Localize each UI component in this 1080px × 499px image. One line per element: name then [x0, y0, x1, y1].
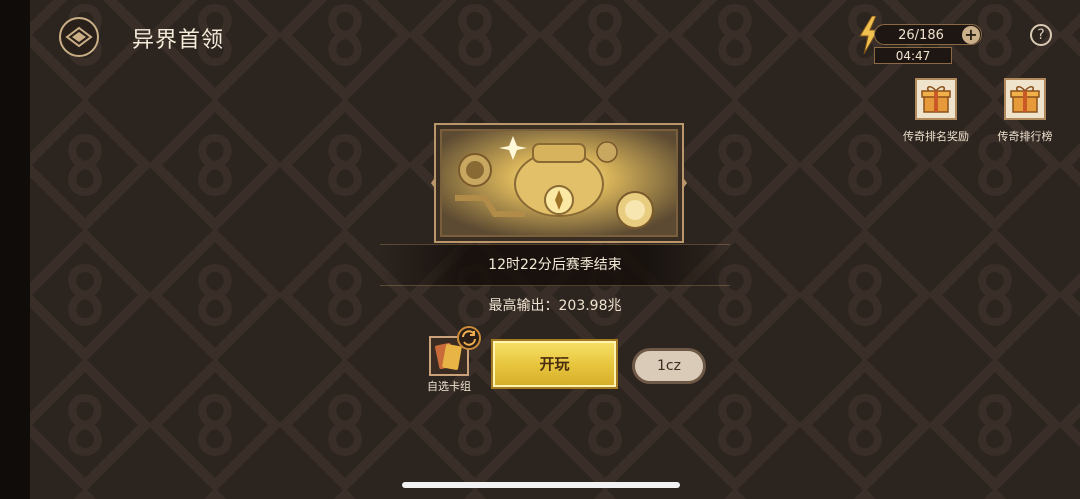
- legend-rank-reward-button[interactable]: 传奇排名奖励: [896, 78, 976, 144]
- legend-leaderboard-button[interactable]: 传奇排行榜: [985, 78, 1065, 144]
- left-bar: [0, 0, 30, 499]
- cz-button[interactable]: 1cz: [632, 348, 706, 384]
- home-indicator[interactable]: [402, 482, 680, 488]
- help-button[interactable]: ?: [1030, 24, 1052, 46]
- card-deck-icon: [429, 326, 481, 376]
- refresh-icon: [457, 326, 481, 350]
- custom-deck-button[interactable]: 自选卡组: [420, 326, 481, 394]
- back-button[interactable]: [58, 16, 100, 58]
- add-energy-button[interactable]: +: [962, 26, 980, 44]
- energy-timer: 04:47: [874, 47, 952, 64]
- gift-icon: [915, 78, 957, 120]
- energy-widget: 26/186 + 04:47: [858, 16, 988, 66]
- page-title: 异界首领: [132, 28, 225, 53]
- boss-banner-image: [431, 123, 687, 243]
- play-button[interactable]: 开玩: [491, 339, 618, 389]
- legend-rank-reward-label: 传奇排名奖励: [903, 130, 969, 143]
- legend-leaderboard-label: 传奇排行榜: [997, 130, 1053, 143]
- season-countdown: 12时22分后赛季结束: [380, 244, 730, 286]
- custom-deck-label: 自选卡组: [427, 380, 471, 393]
- best-output: 最高输出：203.98兆: [488, 298, 622, 314]
- gift-icon: [1004, 78, 1046, 120]
- back-arrow-icon: [59, 17, 99, 57]
